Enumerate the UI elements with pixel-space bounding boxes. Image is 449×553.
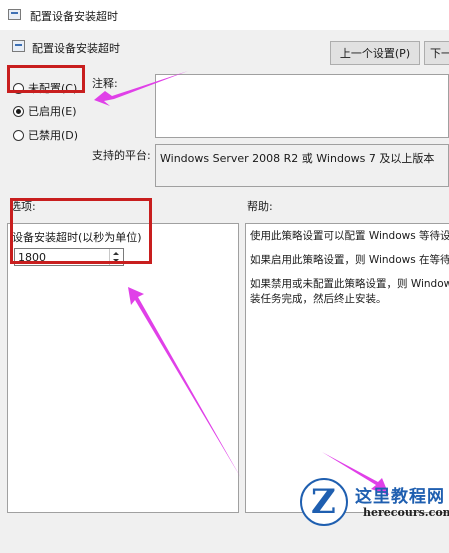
watermark-brand: 这里教程网 (355, 487, 445, 507)
arrow-to-timeout-icon (128, 287, 241, 478)
watermark-url: herecours.com (363, 506, 449, 519)
annotation-arrows (94, 71, 389, 495)
arrow-to-enabled-icon (94, 71, 188, 106)
watermark-logo-letter: Z (311, 482, 336, 522)
watermark-logo: Z (300, 478, 348, 526)
